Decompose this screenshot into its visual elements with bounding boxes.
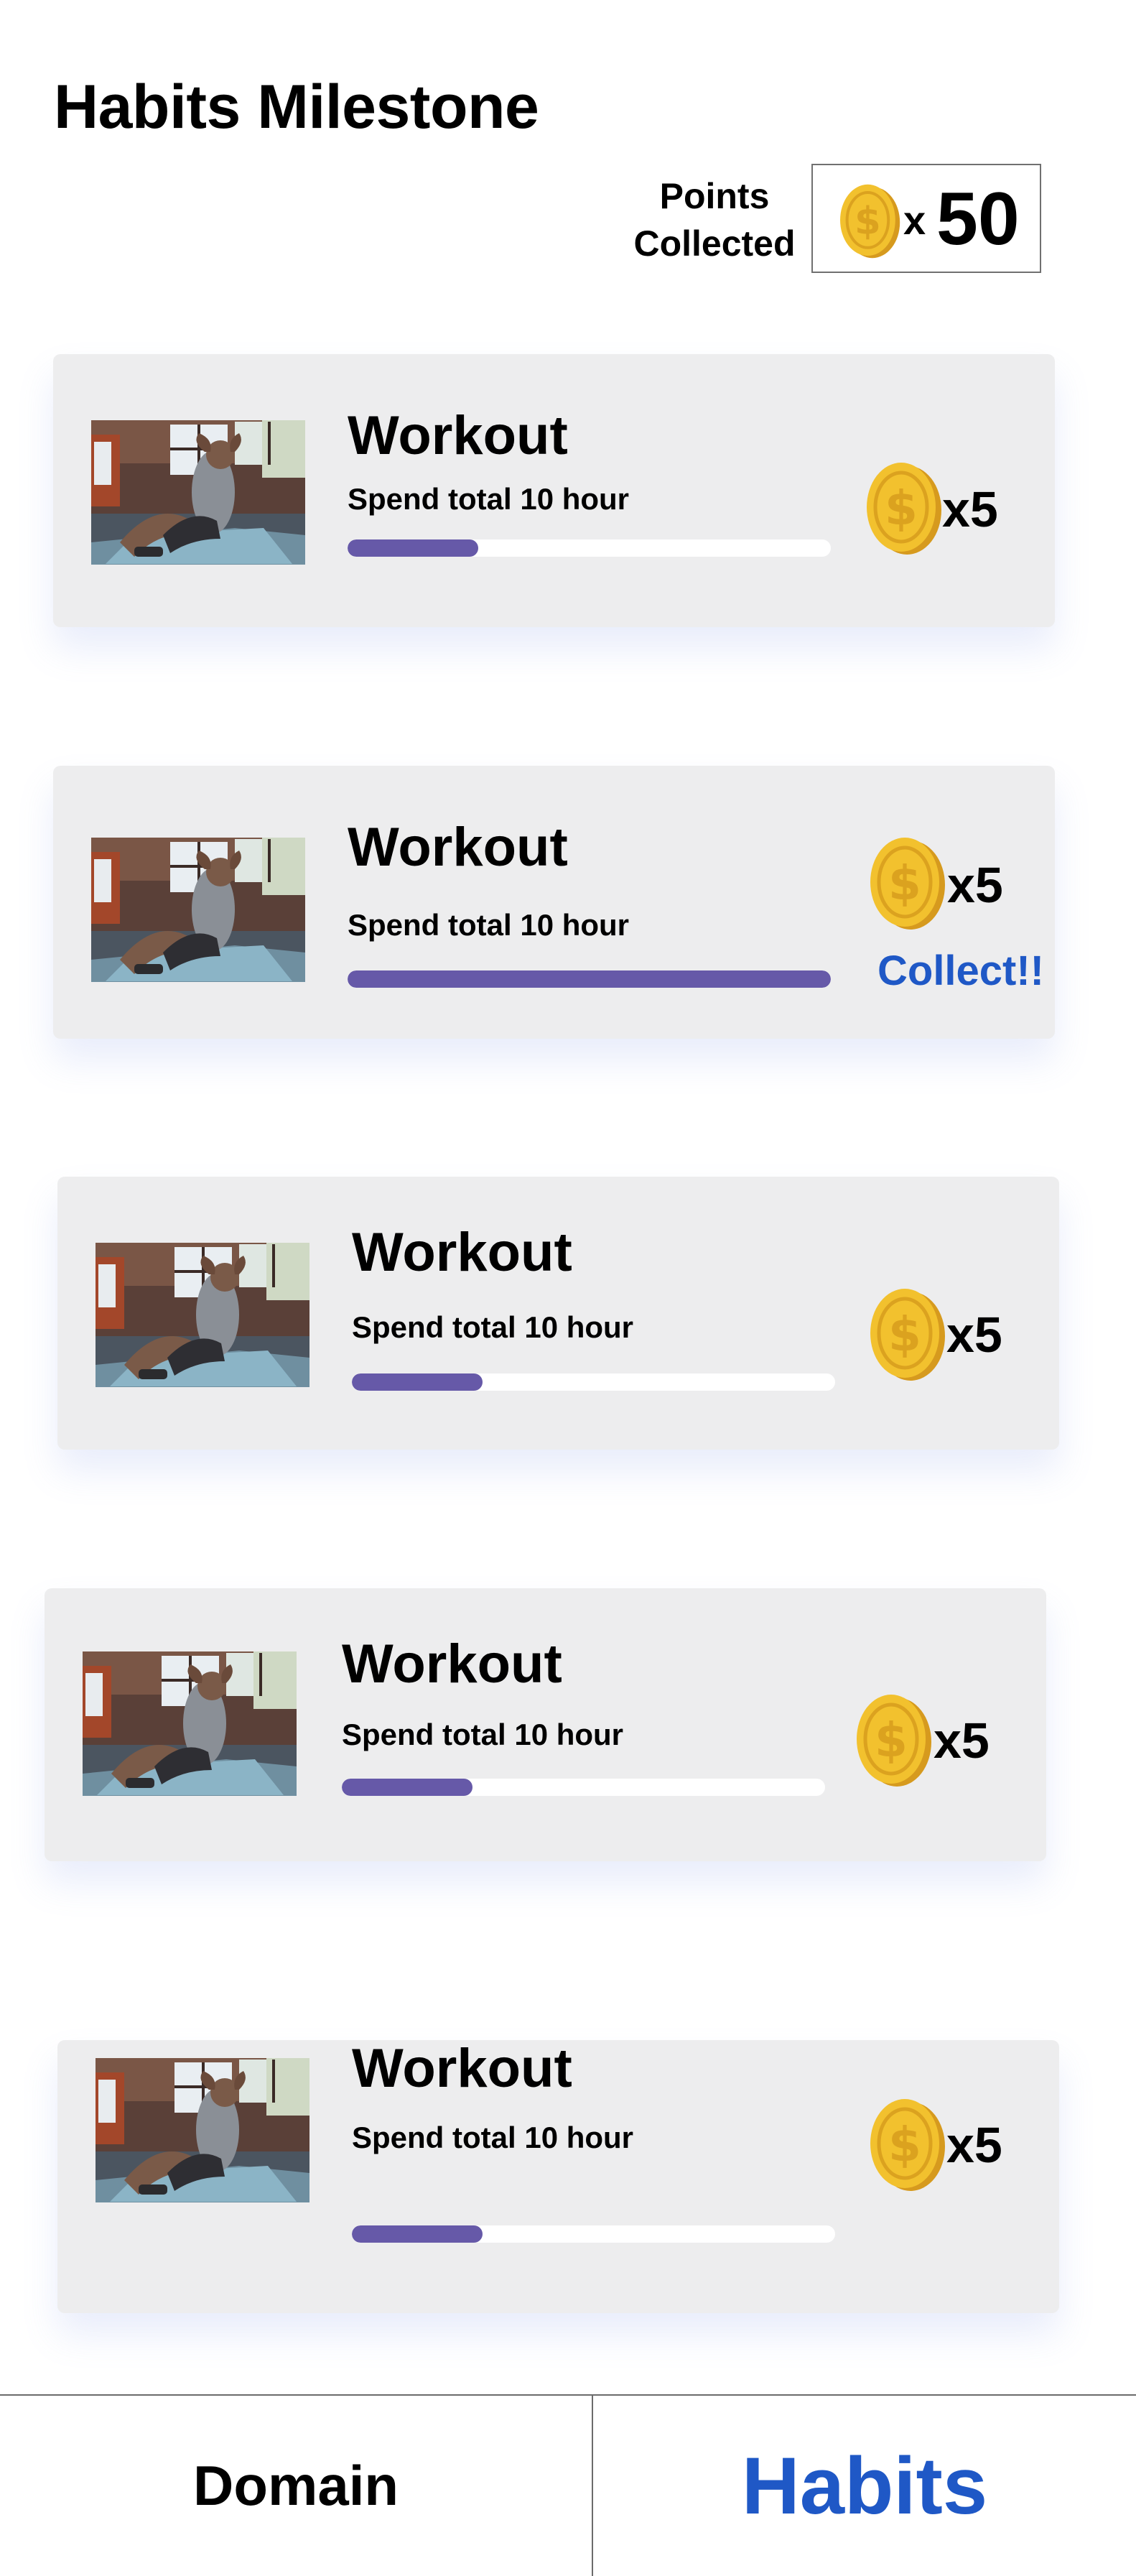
coin-icon xyxy=(832,181,906,261)
milestone-card[interactable]: Workout Spend total 10 hour x5 xyxy=(45,1588,1046,1861)
milestone-title: Workout xyxy=(352,2038,572,2099)
points-label-line2: Collected xyxy=(633,223,796,264)
progress-bar xyxy=(348,970,831,988)
milestone-card[interactable]: Workout Spend total 10 hour x5 Collect!! xyxy=(53,766,1055,1039)
milestone-subtitle: Spend total 10 hour xyxy=(348,908,630,942)
reward-amount: x5 xyxy=(934,1713,990,1769)
milestone-title: Workout xyxy=(348,405,568,466)
tab-domain[interactable]: Domain xyxy=(0,2396,592,2576)
workout-thumbnail xyxy=(96,1243,309,1387)
reward-amount: x5 xyxy=(946,2117,1002,2173)
milestone-card[interactable]: Workout Spend total 10 hour x5 xyxy=(57,1177,1059,1450)
coin-icon xyxy=(865,1284,948,1385)
points-label-line1: Points xyxy=(659,176,770,216)
coin-icon xyxy=(861,458,944,559)
workout-thumbnail xyxy=(96,2058,309,2202)
reward-amount: x5 xyxy=(946,1307,1002,1363)
workout-thumbnail xyxy=(91,838,305,982)
progress-fill xyxy=(348,970,831,988)
milestone-subtitle: Spend total 10 hour xyxy=(352,1310,634,1344)
coin-icon xyxy=(865,2095,948,2195)
points-collected-label: Points Collected xyxy=(632,172,797,267)
points-value: 50 xyxy=(936,177,1020,261)
milestone-card[interactable]: Workout Spend total 10 hour x5 xyxy=(57,2038,1059,2313)
progress-fill xyxy=(352,1373,483,1391)
workout-thumbnail xyxy=(91,420,305,565)
milestone-title: Workout xyxy=(352,1222,572,1283)
reward-amount: x5 xyxy=(942,481,998,537)
progress-bar xyxy=(352,2225,835,2243)
progress-bar xyxy=(348,539,831,557)
page-title: Habits Milestone xyxy=(54,73,539,142)
progress-bar xyxy=(352,1373,835,1391)
milestone-subtitle: Spend total 10 hour xyxy=(352,2121,634,2154)
workout-thumbnail xyxy=(83,1651,297,1796)
milestone-subtitle: Spend total 10 hour xyxy=(348,482,630,516)
progress-fill xyxy=(342,1779,472,1796)
milestone-card[interactable]: Workout Spend total 10 hour x5 xyxy=(53,354,1055,627)
points-multiplier: x xyxy=(903,198,926,243)
milestone-title: Workout xyxy=(342,1634,562,1695)
tab-habits[interactable]: Habits xyxy=(593,2396,1136,2576)
milestone-title: Workout xyxy=(348,817,568,878)
coin-icon xyxy=(865,833,948,934)
points-counter: x 50 xyxy=(811,164,1041,273)
collect-button[interactable]: Collect!! xyxy=(877,947,1044,995)
progress-bar xyxy=(342,1779,825,1796)
coin-icon xyxy=(851,1690,934,1791)
reward-amount: x5 xyxy=(947,857,1003,913)
milestone-subtitle: Spend total 10 hour xyxy=(342,1718,624,1751)
bottom-navigation: Domain Habits xyxy=(0,2394,1136,2576)
progress-fill xyxy=(352,2225,483,2243)
progress-fill xyxy=(348,539,478,557)
